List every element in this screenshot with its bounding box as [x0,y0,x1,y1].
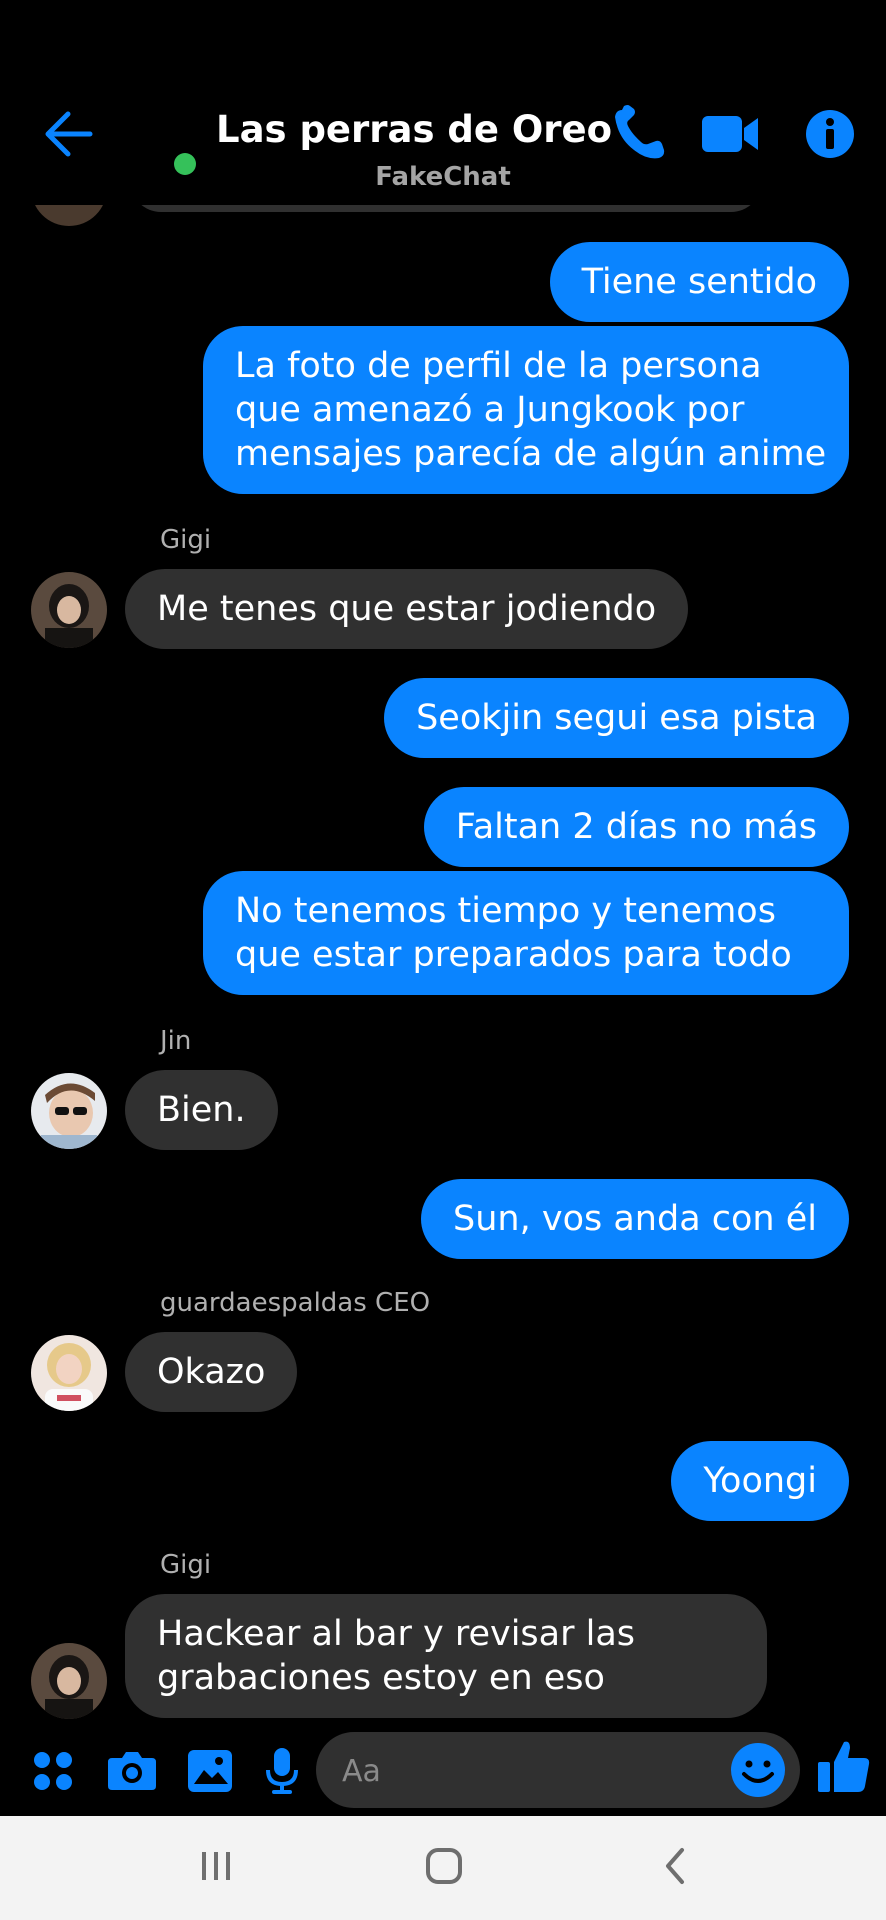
image-icon[interactable] [186,1742,234,1798]
message-text-line: La foto de perfil de la persona [235,346,762,386]
thumbs-up-icon[interactable] [816,1736,872,1796]
chat-subtitle: FakeChat [375,162,511,192]
info-icon[interactable] [800,104,860,164]
message-bubble-incoming[interactable]: Okazo [125,1332,298,1412]
message-bubble-incoming[interactable]: Hackear al bar y revisar las grabaciones… [125,1594,767,1718]
avatar-image [31,1335,107,1411]
message-bubble-outgoing[interactable]: Yoongi [671,1441,849,1521]
message-text: Bien. [157,1090,246,1130]
sender-name: Jin [160,1026,192,1056]
message-bubble-incoming[interactable]: Me tenes que estar jodiendo [125,569,689,649]
chat-title[interactable]: Las perras de Oreo [216,108,612,151]
apps-icon[interactable] [30,1742,76,1798]
emoji-icon[interactable] [728,1740,788,1800]
message-text-line: grabaciones estoy en eso [157,1658,605,1698]
phone-icon[interactable] [610,104,666,164]
sender-name: guardaespaldas CEO [160,1288,431,1318]
message-text: Seokjin segui esa pista [416,698,817,738]
recent-apps-icon[interactable] [196,1846,236,1886]
message-text: Tiene sentido [581,262,817,302]
message-bubble-incoming[interactable]: Bien. [125,1070,278,1150]
avatar-image [31,1643,107,1719]
message-text: Sun, vos anda con él [453,1199,817,1239]
back-arrow-icon[interactable] [42,108,94,160]
avatar-gigi[interactable] [31,1643,107,1719]
message-list[interactable]: Tiene sentido La foto de perfil de la pe… [0,0,886,1730]
message-text-line: mensajes parecía de algún anime [235,434,827,474]
video-camera-icon[interactable] [700,104,760,164]
avatar-guardaespaldas[interactable] [31,1335,107,1411]
home-icon[interactable] [424,1846,464,1886]
camera-icon[interactable] [106,1742,158,1798]
microphone-icon[interactable] [264,1742,300,1798]
back-icon[interactable] [656,1846,696,1886]
avatar-image [31,572,107,648]
message-text: Yoongi [703,1461,817,1501]
message-bubble-outgoing[interactable]: Sun, vos anda con él [421,1179,849,1259]
message-bubble-outgoing[interactable]: Seokjin segui esa pista [384,678,849,758]
message-text: Me tenes que estar jodiendo [157,589,657,629]
message-text: Okazo [157,1352,266,1392]
avatar-gigi[interactable] [31,572,107,648]
sender-name: Gigi [160,525,212,555]
message-text: Faltan 2 días no más [455,807,817,847]
message-bubble-outgoing[interactable]: Faltan 2 días no más [423,787,849,867]
message-text-line: que estar preparados para todo [235,935,792,975]
message-bubble-outgoing[interactable]: Tiene sentido [549,242,849,322]
message-input-placeholder: Aa [342,1754,381,1789]
message-bubble-outgoing[interactable]: No tenemos tiempo y tenemos que estar pr… [203,871,849,995]
avatar-jin[interactable] [31,1073,107,1149]
avatar-image [31,1073,107,1149]
message-text-line: No tenemos tiempo y tenemos [235,891,776,931]
chat-header: Las perras de Oreo FakeChat [0,0,886,205]
system-nav-bar [0,1816,886,1920]
sender-name: Gigi [160,1550,212,1580]
message-text-line: que amenazó a Jungkook por [235,390,745,430]
message-bubble-outgoing[interactable]: La foto de perfil de la persona que amen… [203,326,849,494]
message-text-line: Hackear al bar y revisar las [157,1614,636,1654]
